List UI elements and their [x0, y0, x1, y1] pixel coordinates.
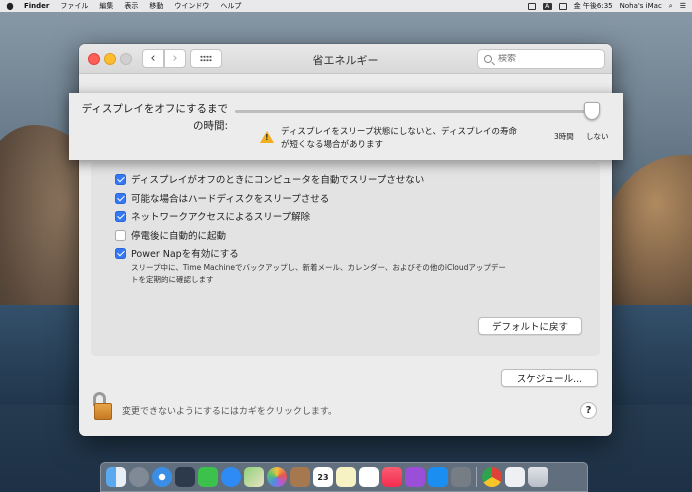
reminders-icon[interactable]: [359, 467, 379, 487]
finder-icon[interactable]: [106, 467, 126, 487]
photos-icon[interactable]: [267, 467, 287, 487]
display-warning-line1: ディスプレイをスリープ状態にしないと、ディスプレイの寿命: [281, 127, 517, 137]
option-label: ネットワークアクセスによるスリープ解除: [131, 212, 311, 223]
menu-clock[interactable]: 金 午後6:35: [574, 1, 613, 11]
checkbox-power-nap[interactable]: [115, 247, 126, 259]
option-prevent-sleep[interactable]: ディスプレイがオフのときにコンピュータを自動でスリープさせない: [115, 172, 424, 186]
system-preferences-icon[interactable]: [451, 467, 471, 487]
photo-booth-icon[interactable]: [175, 467, 195, 487]
lock-hint-text: 変更できないようにするにはカギをクリックします。: [122, 407, 338, 417]
option-label: 可能な場合はハードディスクをスリープさせる: [131, 194, 330, 205]
search-input[interactable]: [498, 54, 598, 64]
search-icon: [484, 55, 492, 63]
window-titlebar: ‹ › 省エネルギー: [79, 44, 612, 74]
menu-user[interactable]: Noha's iMac: [620, 2, 662, 10]
option-label: ディスプレイがオフのときにコンピュータを自動でスリープさせない: [131, 175, 425, 186]
wallpaper-island-right: [600, 155, 692, 315]
trash-icon[interactable]: [528, 467, 548, 487]
dock-separator: [476, 467, 477, 487]
dock: 23: [100, 462, 588, 492]
help-button[interactable]: ?: [580, 402, 597, 419]
menu-window[interactable]: ウインドウ: [174, 1, 209, 11]
maps-icon[interactable]: [244, 467, 264, 487]
apple-menu-icon[interactable]: [6, 2, 14, 10]
chrome-icon[interactable]: [482, 467, 502, 487]
checkbox-auto-restart[interactable]: [115, 229, 126, 241]
spotlight-icon[interactable]: ⌕: [669, 2, 673, 11]
menu-bar: Finder ファイル 編集 表示 移動 ウインドウ ヘルプ A 金 午後6:3…: [0, 0, 692, 12]
input-source-icon[interactable]: A: [542, 2, 552, 10]
facetime-icon[interactable]: [198, 467, 218, 487]
menu-go[interactable]: 移動: [149, 1, 163, 11]
lock-body: [94, 403, 112, 420]
display-warning-line2: が短くなる場合があります: [281, 140, 384, 150]
slider-tick-3h: 3時間: [554, 132, 574, 141]
menu-edit[interactable]: 編集: [99, 1, 113, 11]
power-nap-description-line1: スリープ中に、Time Machineでバックアップし、新着メール、カレンダー、…: [131, 263, 506, 272]
checkbox-disk-sleep[interactable]: [115, 192, 126, 204]
display-warning-text: ディスプレイをスリープ状態にしないと、ディスプレイの寿命 が短くなる場合がありま…: [281, 126, 517, 152]
power-nap-description-line2: トを定期的に確認します: [131, 275, 214, 284]
schedule-button[interactable]: スケジュール...: [501, 369, 598, 387]
contacts-icon[interactable]: [290, 467, 310, 487]
display-off-label: ディスプレイをオフにするまで の時間:: [82, 101, 228, 135]
podcasts-icon[interactable]: [405, 467, 425, 487]
display-off-slider-knob[interactable]: [584, 102, 600, 120]
display-off-slider-track[interactable]: [235, 110, 599, 113]
lock-icon[interactable]: [91, 392, 115, 422]
option-auto-restart[interactable]: 停電後に自動的に起動: [115, 228, 226, 242]
restore-defaults-button[interactable]: デフォルトに戻す: [478, 317, 582, 335]
option-label: Power Napを有効にする: [131, 249, 239, 260]
wifi-icon[interactable]: [558, 2, 567, 10]
search-field[interactable]: [477, 49, 605, 69]
airplay-icon[interactable]: [527, 2, 536, 10]
option-wake-network[interactable]: ネットワークアクセスによるスリープ解除: [115, 209, 310, 223]
menu-file[interactable]: ファイル: [60, 1, 88, 11]
notification-center-icon[interactable]: ☰: [680, 2, 686, 10]
checkbox-prevent-sleep[interactable]: [115, 173, 126, 185]
slider-tick-never: しない: [586, 132, 609, 141]
messages-icon[interactable]: [221, 467, 241, 487]
music-icon[interactable]: [382, 467, 402, 487]
menu-app-name[interactable]: Finder: [24, 2, 49, 10]
power-nap-description: スリープ中に、Time Machineでバックアップし、新着メール、カレンダー、…: [131, 262, 506, 286]
option-power-nap[interactable]: Power Napを有効にする: [115, 246, 239, 260]
launchpad-icon[interactable]: [129, 467, 149, 487]
option-label: 停電後に自動的に起動: [131, 231, 227, 242]
display-off-label-line2: の時間:: [192, 120, 228, 132]
warning-icon: [260, 131, 274, 143]
display-off-slider-row: ディスプレイをオフにするまで の時間: ディスプレイをスリープ状態にしないと、デ…: [69, 93, 623, 160]
app-store-icon[interactable]: [428, 467, 448, 487]
document-icon[interactable]: [505, 467, 525, 487]
checkbox-wake-network[interactable]: [115, 210, 126, 222]
option-disk-sleep[interactable]: 可能な場合はハードディスクをスリープさせる: [115, 191, 329, 205]
safari-icon[interactable]: [152, 467, 172, 487]
menu-extras: A 金 午後6:35 Noha's iMac ⌕ ☰: [527, 1, 686, 11]
display-off-label-line1: ディスプレイをオフにするまで: [81, 103, 228, 115]
menu-help[interactable]: ヘルプ: [220, 1, 241, 11]
menu-view[interactable]: 表示: [124, 1, 138, 11]
notes-icon[interactable]: [336, 467, 356, 487]
calendar-icon[interactable]: 23: [313, 467, 333, 487]
